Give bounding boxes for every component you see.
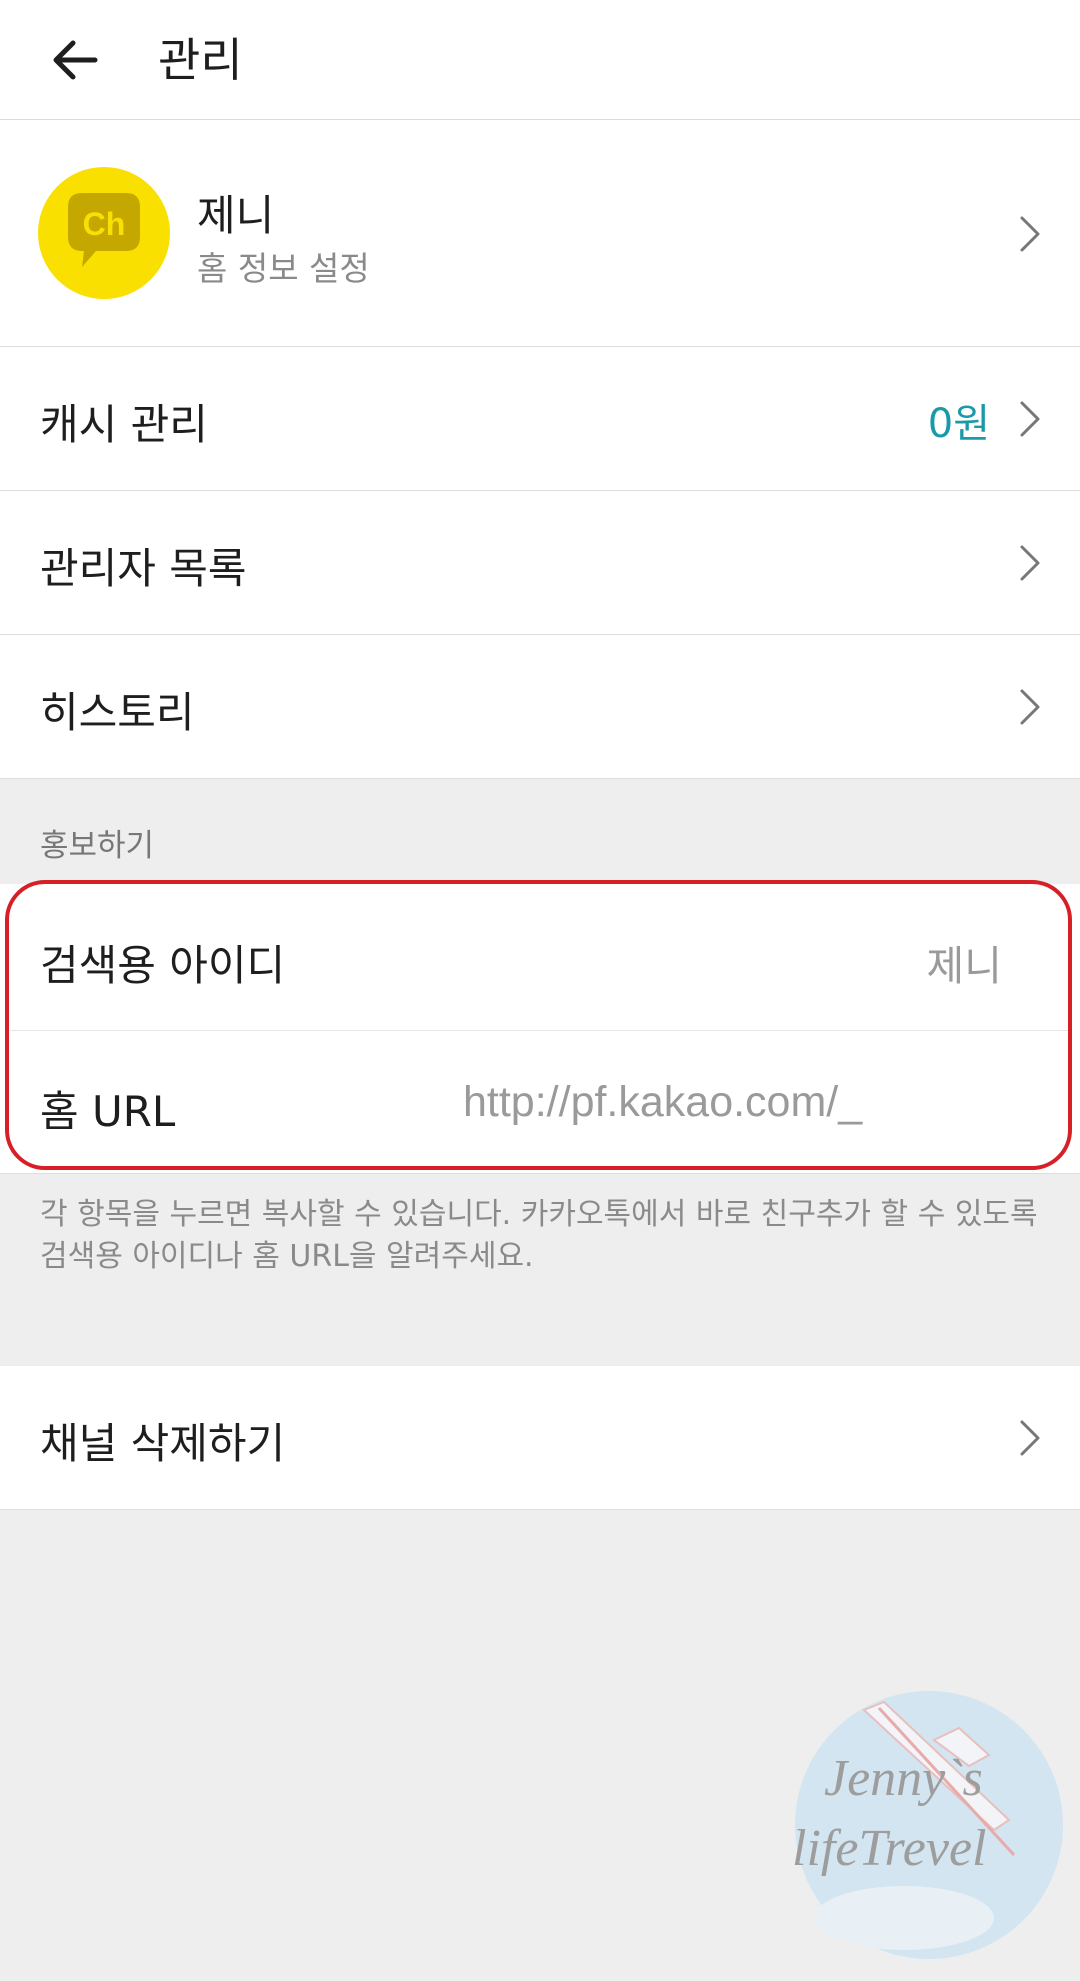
- home-url-value: http://pf.kakao.com/_: [463, 1078, 863, 1126]
- chevron-right-icon: [1020, 1420, 1040, 1456]
- cash-management-row[interactable]: 캐시 관리 0원: [0, 347, 1080, 491]
- admin-list-label: 관리자 목록: [40, 544, 247, 593]
- profile-name: 제니: [197, 191, 275, 240]
- cash-management-label: 캐시 관리: [40, 400, 208, 449]
- admin-list-row[interactable]: 관리자 목록: [0, 491, 1080, 635]
- back-button[interactable]: [40, 28, 110, 92]
- blog-watermark: Jenny`s lifeTrevel: [792, 1691, 1063, 1959]
- chevron-right-icon: [1020, 545, 1040, 581]
- chevron-right-icon: [1020, 689, 1040, 725]
- profile-row[interactable]: Ch 제니 홈 정보 설정: [0, 120, 1080, 347]
- watermark-line1: Jenny`s: [824, 1750, 983, 1807]
- promotion-block: 검색용 아이디 제니 홈 URL http://pf.kakao.com/_: [0, 884, 1080, 1174]
- channel-logo-icon: Ch: [68, 193, 140, 267]
- chevron-right-icon: [1020, 401, 1040, 437]
- promotion-help-text: 각 항목을 누르면 복사할 수 있습니다. 카카오톡에서 바로 친구추가 할 수…: [40, 1197, 1038, 1274]
- watermark-line2: lifeTrevel: [792, 1820, 986, 1877]
- channel-avatar: Ch: [38, 167, 170, 299]
- home-url-row[interactable]: 홈 URL http://pf.kakao.com/_: [0, 884, 1080, 1174]
- channel-logo-text: Ch: [83, 206, 126, 242]
- arrow-left-icon: [53, 40, 98, 80]
- profile-subtitle: 홈 정보 설정: [197, 249, 370, 288]
- history-label: 히스토리: [40, 688, 195, 737]
- chevron-right-icon: [1020, 216, 1040, 252]
- page-title: 관리: [158, 33, 243, 87]
- cash-balance: 0원: [927, 401, 990, 447]
- home-url-label: 홈 URL: [40, 1087, 176, 1136]
- promotion-section-header: 홍보하기: [40, 828, 155, 864]
- delete-channel-label: 채널 삭제하기: [40, 1419, 286, 1468]
- app-bar: 관리: [0, 0, 1080, 120]
- history-row[interactable]: 히스토리: [0, 635, 1080, 779]
- delete-channel-row[interactable]: 채널 삭제하기: [0, 1366, 1080, 1510]
